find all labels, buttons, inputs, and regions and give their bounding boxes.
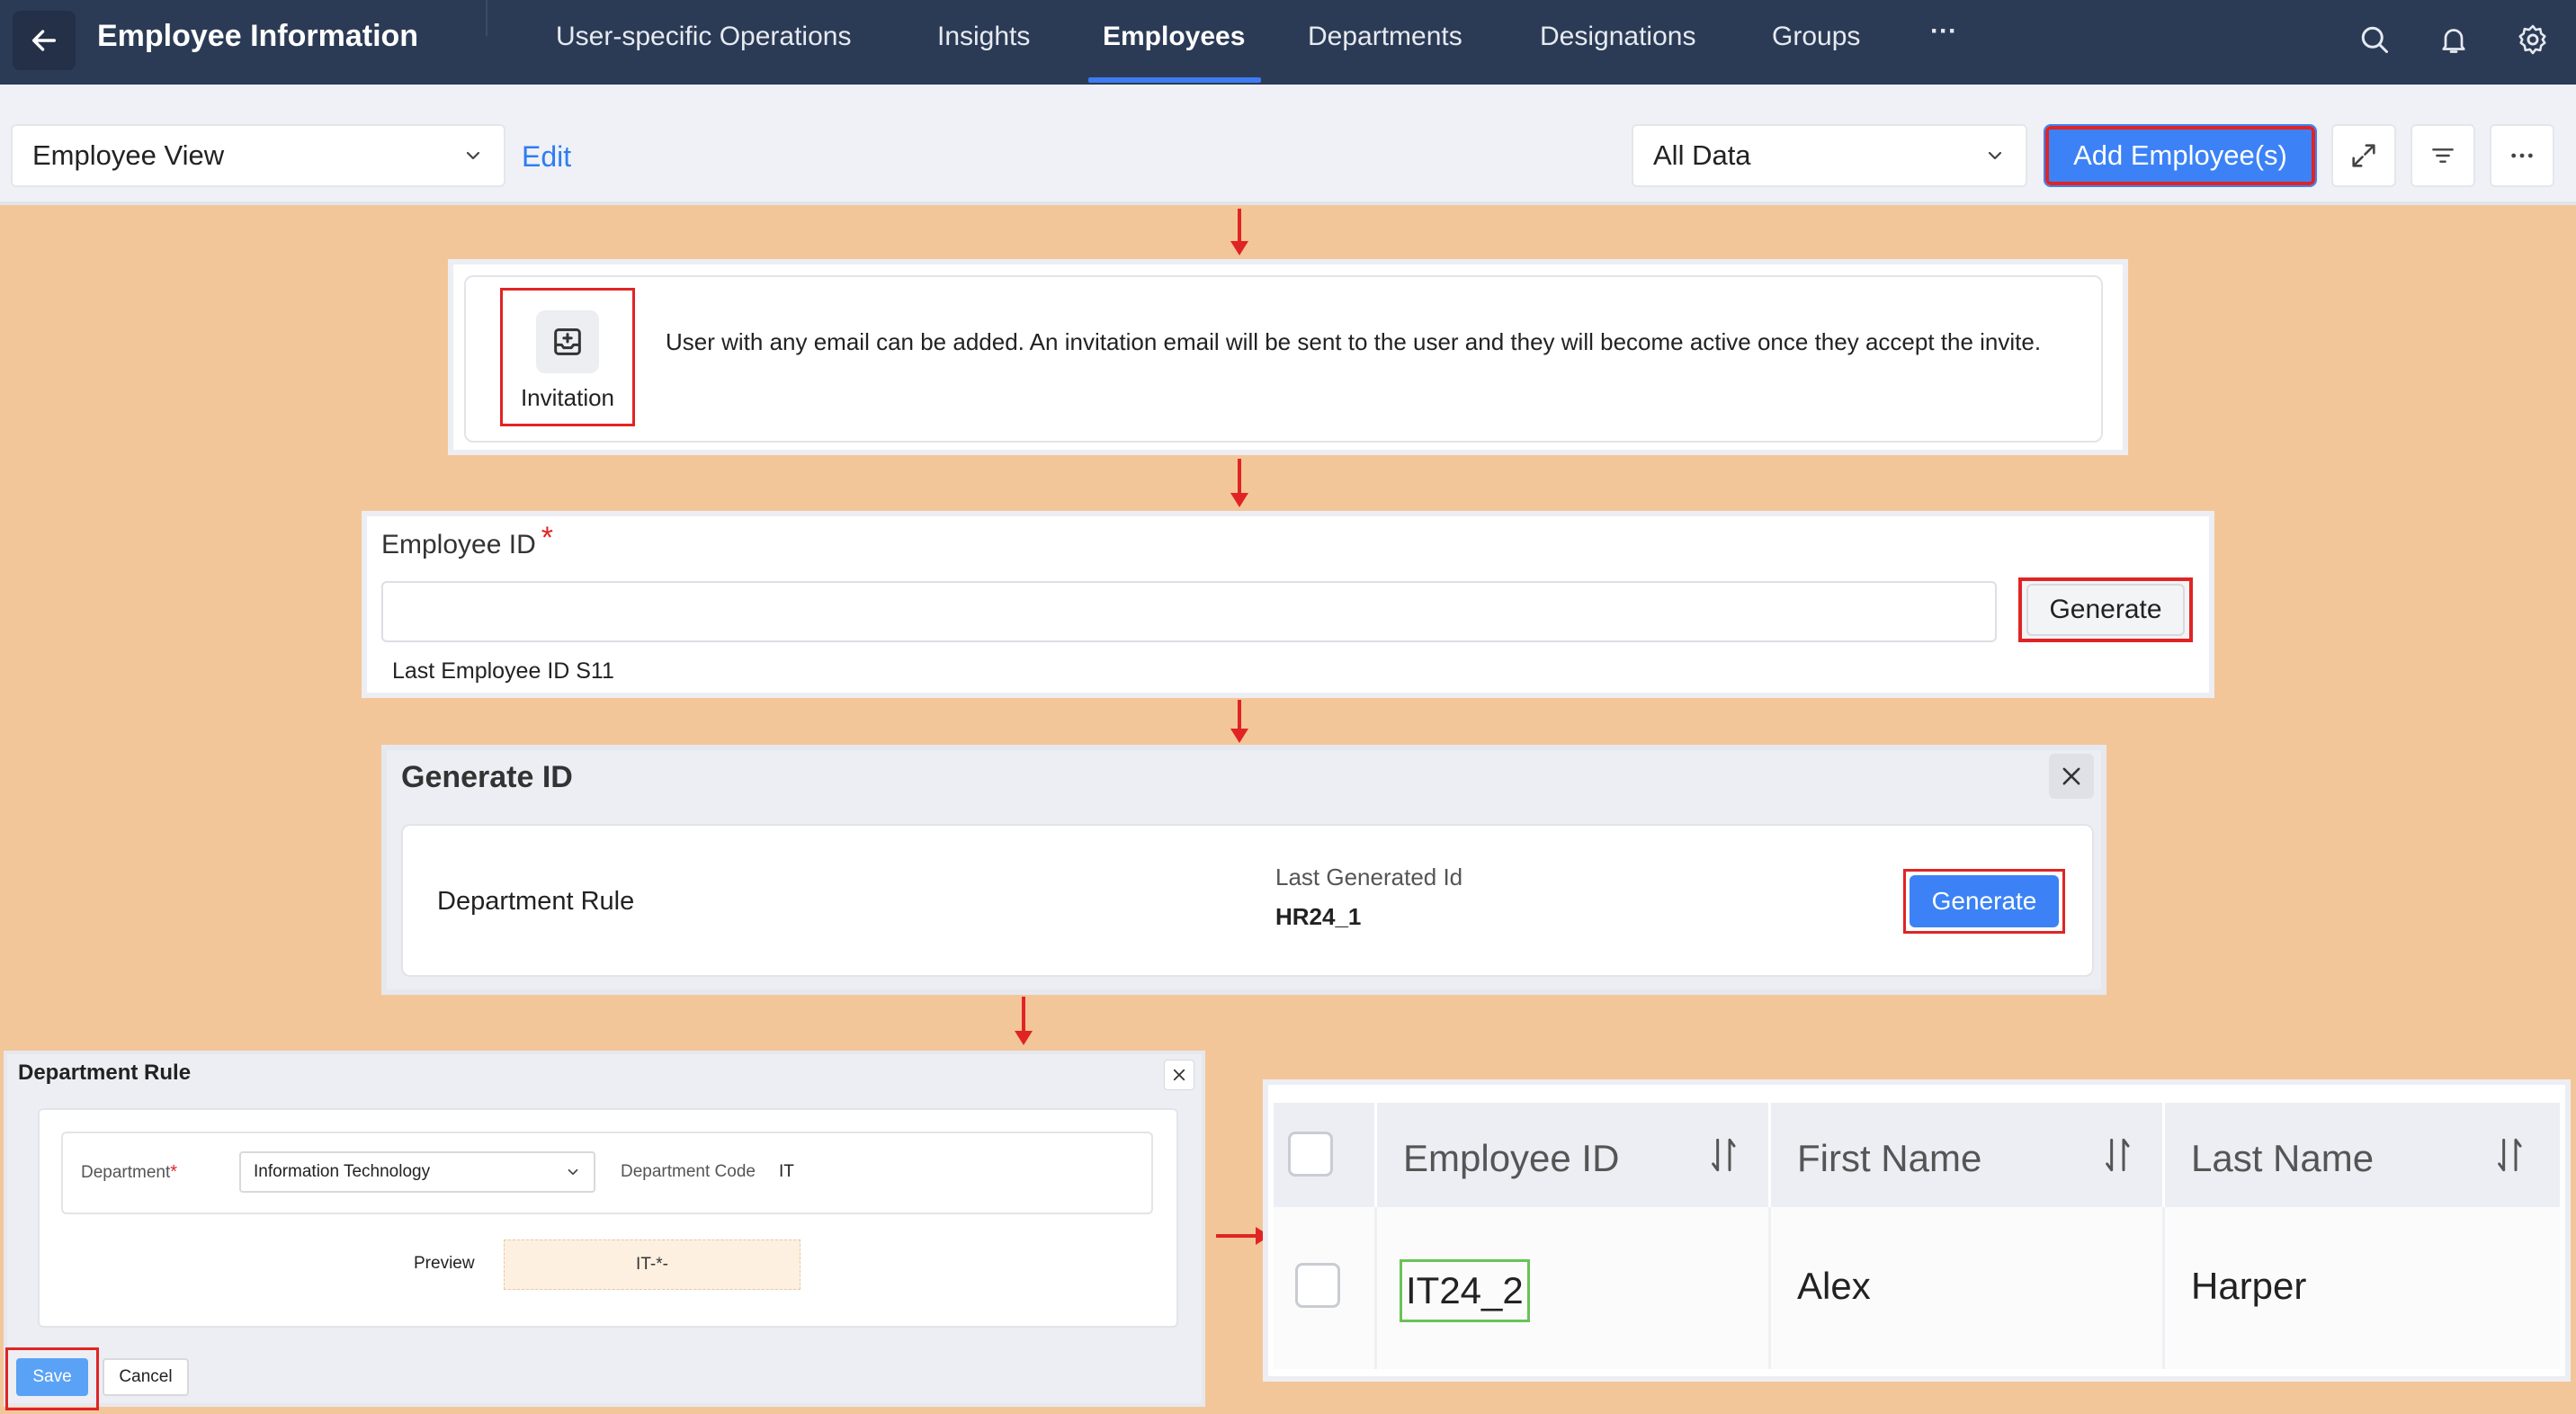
required-mark: * xyxy=(170,1162,178,1182)
more-options-button[interactable] xyxy=(2490,124,2554,187)
inbox-plus-icon xyxy=(554,328,581,355)
flow-arrow-down xyxy=(1230,459,1248,507)
sort-employee-id-button[interactable] xyxy=(1705,1132,1745,1178)
column-divider xyxy=(1374,1103,1377,1207)
data-filter-value: All Data xyxy=(1653,139,1751,171)
column-divider xyxy=(1374,1207,1377,1369)
department-field-label: Department* xyxy=(81,1162,178,1182)
select-all-checkbox[interactable] xyxy=(1288,1132,1333,1177)
last-generated-id-value: HR24_1 xyxy=(1275,903,1362,930)
invitation-tile[interactable]: Invitation xyxy=(500,288,635,426)
department-rule-card xyxy=(401,824,2094,977)
first-name-cell: Alex xyxy=(1797,1265,1871,1307)
flow-arrow-down xyxy=(1230,209,1248,255)
back-arrow-icon xyxy=(31,30,57,51)
generate-id-title: Generate ID xyxy=(401,760,573,794)
employee-id-cell[interactable]: IT24_2 xyxy=(1400,1259,1530,1322)
notifications-button[interactable] xyxy=(2430,16,2477,63)
department-select[interactable]: Information Technology xyxy=(239,1151,595,1193)
sort-icon xyxy=(2106,1138,2130,1172)
preview-value: IT-*- xyxy=(504,1239,801,1290)
sort-icon xyxy=(2498,1138,2522,1172)
last-name-cell: Harper xyxy=(2191,1265,2307,1307)
department-rule-label: Department Rule xyxy=(437,887,635,916)
gear-icon xyxy=(2518,24,2546,55)
preview-label: Preview xyxy=(414,1254,475,1273)
invitation-option-card xyxy=(464,275,2103,443)
close-icon xyxy=(1173,1069,1185,1081)
cancel-button[interactable]: Cancel xyxy=(103,1358,189,1396)
tab-user-specific-operations[interactable]: User-specific Operations xyxy=(556,18,851,56)
expand-icon xyxy=(2352,144,2375,167)
column-divider xyxy=(1768,1207,1771,1369)
department-rule-close-button[interactable] xyxy=(1164,1060,1194,1090)
tab-departments[interactable]: Departments xyxy=(1308,18,1462,56)
department-rule-title: Department Rule xyxy=(18,1060,192,1085)
chevron-down-icon xyxy=(466,151,480,160)
tab-designations[interactable]: Designations xyxy=(1540,18,1695,56)
filter-button[interactable] xyxy=(2411,124,2475,187)
active-tab-indicator xyxy=(1088,77,1261,83)
nav-divider xyxy=(486,0,487,36)
last-employee-id-note: Last Employee ID S11 xyxy=(392,658,614,684)
employee-id-input[interactable] xyxy=(381,581,1997,642)
tab-employees[interactable]: Employees xyxy=(1103,18,1245,56)
view-selector[interactable]: Employee View xyxy=(11,124,505,187)
filter-icon xyxy=(2432,148,2454,163)
app-title: Employee Information xyxy=(97,19,419,53)
department-rule-row xyxy=(61,1132,1153,1214)
invitation-icon-box xyxy=(536,310,599,373)
generate-id-close-button[interactable] xyxy=(2049,754,2094,799)
close-icon xyxy=(2062,767,2080,785)
column-header-employee-id[interactable]: Employee ID xyxy=(1403,1135,1619,1182)
more-icon xyxy=(2511,153,2533,158)
invitation-label: Invitation xyxy=(520,384,615,411)
more-tabs-icon[interactable]: ··· xyxy=(1930,13,1957,50)
view-selector-value: Employee View xyxy=(32,139,225,171)
search-icon xyxy=(2361,26,2388,53)
invitation-description: User with any email can be added. An inv… xyxy=(666,328,2042,355)
column-header-last-name[interactable]: Last Name xyxy=(2191,1135,2374,1182)
flow-arrow-down xyxy=(1230,700,1248,743)
required-mark: * xyxy=(541,521,553,555)
data-filter-selector[interactable]: All Data xyxy=(1632,124,2027,187)
chevron-down-icon xyxy=(568,1168,578,1176)
chevron-down-icon xyxy=(1988,151,2002,160)
save-button[interactable]: Save xyxy=(16,1358,88,1396)
department-code-value: IT xyxy=(779,1162,794,1181)
back-button[interactable] xyxy=(13,11,76,70)
generate-id-button[interactable]: Generate xyxy=(2018,577,2193,642)
add-employees-button[interactable]: Add Employee(s) xyxy=(2044,124,2317,187)
row-checkbox[interactable] xyxy=(1295,1263,1340,1308)
column-divider xyxy=(1768,1103,1771,1207)
generate-rule-button-label: Generate xyxy=(1910,875,2059,927)
search-button[interactable] xyxy=(2351,16,2398,63)
department-select-value: Information Technology xyxy=(254,1162,431,1181)
settings-button[interactable] xyxy=(2509,16,2556,63)
generate-id-button-label: Generate xyxy=(2026,584,2185,636)
tab-insights[interactable]: Insights xyxy=(937,18,1030,56)
last-generated-id-label: Last Generated Id xyxy=(1275,864,1463,890)
sort-first-name-button[interactable] xyxy=(2099,1132,2139,1178)
sort-last-name-button[interactable] xyxy=(2491,1132,2531,1178)
flow-arrow-down xyxy=(1015,997,1033,1045)
column-header-first-name[interactable]: First Name xyxy=(1797,1135,1981,1182)
tab-groups[interactable]: Groups xyxy=(1772,18,1860,56)
column-divider xyxy=(2162,1103,2165,1207)
sort-icon xyxy=(1712,1138,1736,1172)
edit-view-link[interactable]: Edit xyxy=(522,137,571,176)
generate-rule-button[interactable]: Generate xyxy=(1903,869,2065,934)
bell-icon xyxy=(2442,29,2465,53)
flow-arrow-right xyxy=(1216,1227,1270,1245)
department-code-label: Department Code xyxy=(621,1162,756,1181)
employee-id-label: Employee ID * xyxy=(381,521,553,559)
expand-button[interactable] xyxy=(2331,124,2396,187)
column-divider xyxy=(2162,1207,2165,1369)
